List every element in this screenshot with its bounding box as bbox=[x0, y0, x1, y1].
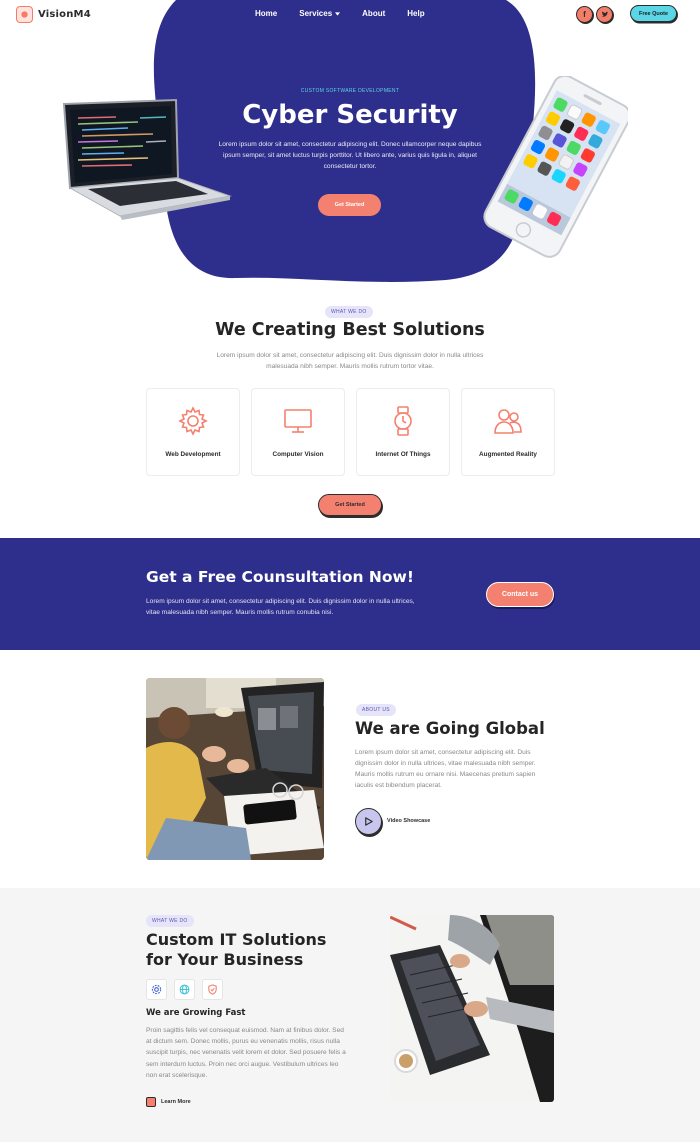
logo[interactable]: VisionM4 bbox=[16, 6, 91, 23]
nav-label: Home bbox=[255, 9, 278, 18]
consultation-title: Get a Free Counsultation Now! bbox=[146, 568, 414, 586]
service-card-internet-of-things[interactable]: Internet Of Things bbox=[356, 388, 450, 476]
learn-more-link[interactable]: Learn More bbox=[146, 1097, 191, 1107]
play-icon bbox=[365, 817, 373, 826]
hero-title: Cyber Security bbox=[242, 100, 458, 130]
shield-icon[interactable] bbox=[202, 979, 223, 1000]
nav-label: Services bbox=[299, 9, 333, 18]
card-label: Augmented Reality bbox=[479, 451, 537, 458]
social-links: f bbox=[576, 6, 613, 23]
facebook-glyph: f bbox=[583, 10, 586, 19]
service-cards: Web Development Computer Vision Internet… bbox=[146, 388, 555, 476]
settings-icon[interactable] bbox=[146, 979, 167, 1000]
consultation-description: Lorem ipsum dolor sit amet, consectetur … bbox=[146, 598, 415, 617]
it-subtitle: We are Growing Fast bbox=[146, 1008, 246, 1018]
hero-get-started-button[interactable]: Get Started bbox=[318, 194, 381, 216]
monitor-icon bbox=[284, 409, 312, 433]
nav-item-services[interactable]: Services bbox=[299, 9, 341, 18]
twitter-icon[interactable] bbox=[596, 6, 613, 23]
chevron-down-icon bbox=[335, 11, 341, 16]
main-nav: Home Services About Help bbox=[255, 9, 425, 18]
service-card-augmented-reality[interactable]: Augmented Reality bbox=[461, 388, 555, 476]
service-card-computer-vision[interactable]: Computer Vision bbox=[251, 388, 345, 476]
globe-icon[interactable] bbox=[174, 979, 195, 1000]
nav-label: About bbox=[362, 9, 386, 18]
site-header: VisionM4 Home Services About Help f Free… bbox=[0, 0, 700, 30]
laptop-image bbox=[62, 98, 232, 220]
solutions-description: Lorem ipsum dolor sit amet, consectetur … bbox=[216, 352, 484, 371]
it-feature-icons bbox=[146, 979, 223, 1000]
contact-us-button[interactable]: Contact us bbox=[486, 582, 554, 607]
solutions-title: We Creating Best Solutions bbox=[215, 320, 485, 340]
solutions-get-started-button[interactable]: Get Started bbox=[318, 494, 382, 516]
card-label: Internet Of Things bbox=[375, 451, 431, 458]
it-photo bbox=[390, 915, 554, 1102]
card-label: Computer Vision bbox=[272, 451, 324, 458]
nav-item-about[interactable]: About bbox=[362, 9, 385, 18]
it-title: Custom IT Solutions for Your Business bbox=[146, 930, 327, 969]
it-description: Proin sagittis felis vel consequat euism… bbox=[146, 1027, 346, 1079]
about-description: Lorem ipsum dolor sit amet, consectetur … bbox=[355, 749, 536, 790]
nav-item-home[interactable]: Home bbox=[255, 9, 277, 18]
free-quote-button[interactable]: Free Quote bbox=[630, 5, 677, 22]
arrow-icon bbox=[146, 1097, 156, 1107]
hero-eyebrow: CUSTOM SOFTWARE DEVELOPMENT bbox=[300, 88, 400, 94]
consultation-banner: Get a Free Counsultation Now! Lorem ipsu… bbox=[0, 538, 700, 650]
users-icon bbox=[494, 409, 522, 434]
hero-description: Lorem ipsum dolor sit amet, consectetur … bbox=[218, 141, 482, 170]
it-eyebrow: WHAT WE DO bbox=[146, 915, 194, 927]
nav-label: Help bbox=[407, 9, 425, 18]
video-play-button[interactable] bbox=[355, 808, 382, 835]
solutions-eyebrow: WHAT WE DO bbox=[325, 306, 373, 318]
gear-icon bbox=[178, 406, 208, 436]
video-showcase-label[interactable]: Video Showcase bbox=[387, 818, 430, 824]
smartwatch-icon bbox=[394, 406, 412, 436]
facebook-icon[interactable]: f bbox=[576, 6, 593, 23]
brand-name: VisionM4 bbox=[38, 9, 91, 20]
custom-it-section bbox=[0, 888, 700, 1142]
nav-item-help[interactable]: Help bbox=[407, 9, 424, 18]
service-card-web-development[interactable]: Web Development bbox=[146, 388, 240, 476]
logo-icon bbox=[16, 6, 33, 23]
about-title: We are Going Global bbox=[355, 719, 545, 738]
phone-image bbox=[483, 76, 628, 258]
about-photo bbox=[146, 678, 324, 860]
learn-more-label: Learn More bbox=[161, 1099, 191, 1105]
about-eyebrow: ABOUT US bbox=[356, 704, 396, 716]
card-label: Web Development bbox=[165, 451, 221, 458]
page: VisionM4 Home Services About Help f Free… bbox=[0, 0, 700, 1142]
